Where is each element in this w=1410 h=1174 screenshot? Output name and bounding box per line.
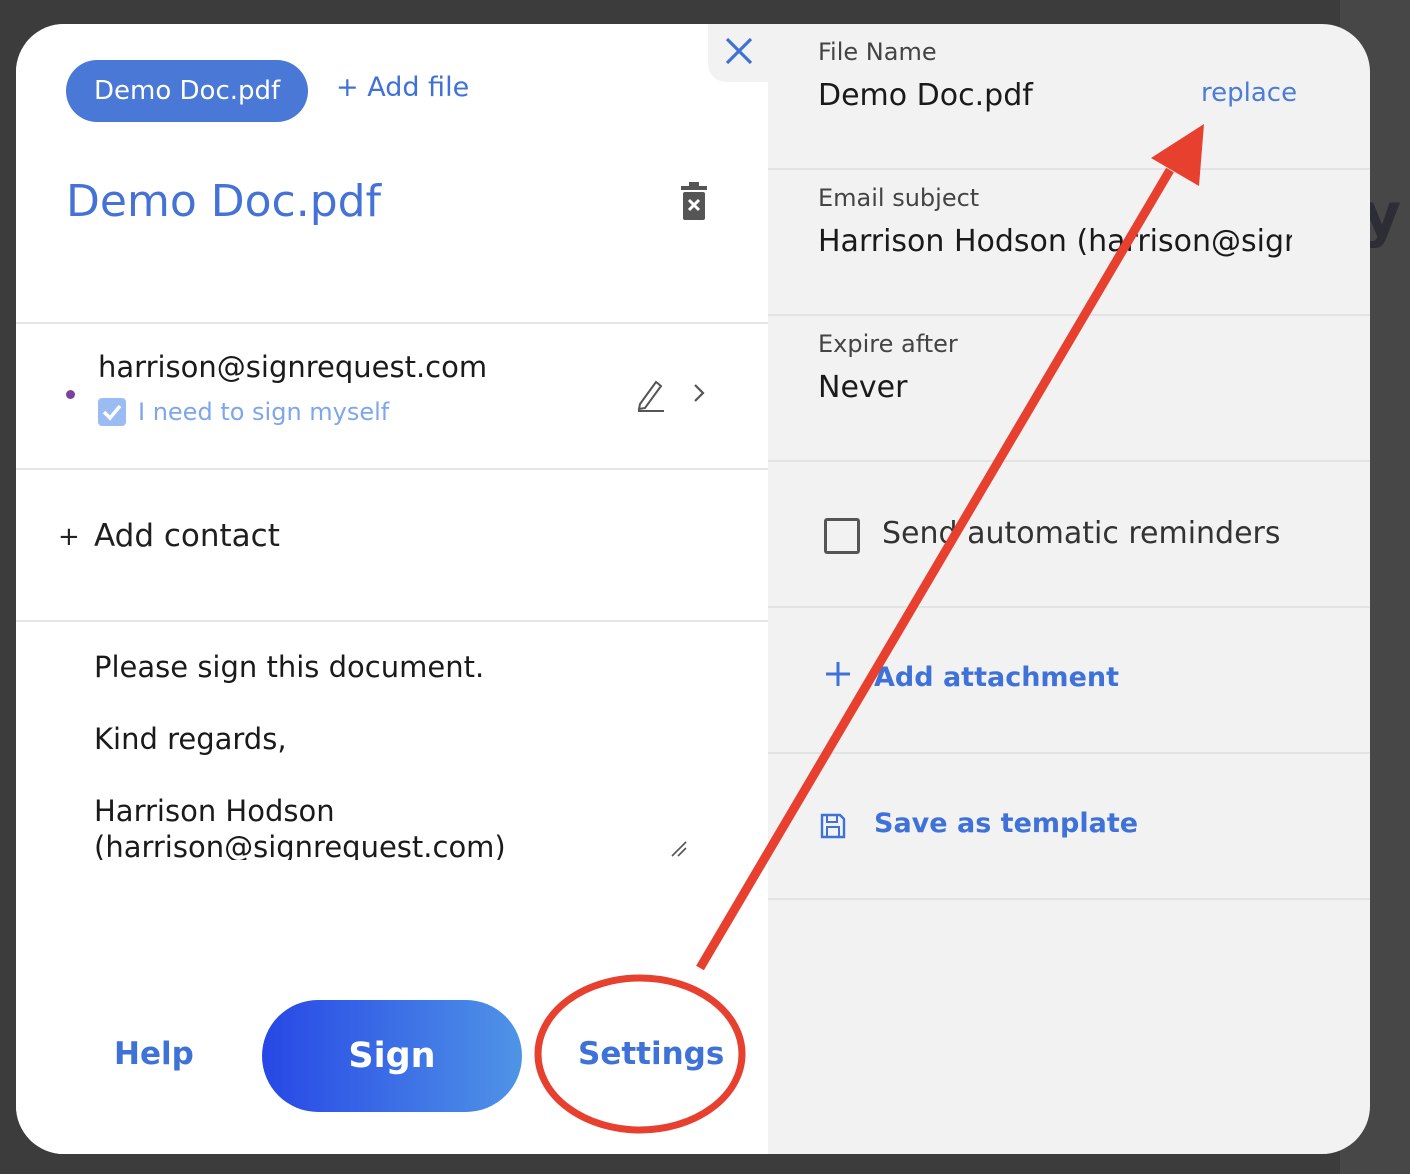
expand-signer-button[interactable] [692, 382, 706, 408]
divider [16, 468, 768, 470]
trash-icon [681, 182, 707, 220]
add-attachment-button[interactable]: Add attachment [874, 662, 1119, 693]
file-tab-demo-doc[interactable]: Demo Doc.pdf [66, 60, 309, 122]
delete-document-button[interactable] [680, 182, 708, 224]
save-template-icon-button[interactable] [819, 812, 847, 844]
help-button[interactable]: Help [114, 1036, 194, 1072]
document-panel: Demo Doc.pdf + Add file Demo Doc.pdf har… [16, 24, 768, 1154]
signer-color-dot [66, 390, 75, 399]
save-as-template-button[interactable]: Save as template [874, 808, 1138, 839]
self-sign-checkbox[interactable] [98, 398, 126, 426]
divider [768, 752, 1370, 754]
email-subject-label: Email subject [818, 184, 980, 212]
reminders-label[interactable]: Send automatic reminders [882, 516, 1281, 551]
sign-button[interactable]: Sign [262, 1000, 522, 1112]
message-line: Kind regards, [94, 722, 287, 756]
divider [16, 322, 768, 324]
plus-icon [826, 662, 850, 686]
chevron-right-icon [694, 384, 705, 402]
divider [768, 460, 1370, 462]
divider [768, 314, 1370, 316]
divider [768, 168, 1370, 170]
message-line: (harrison@signrequest.com) [94, 830, 506, 860]
settings-button[interactable]: Settings [578, 1036, 724, 1072]
send-document-modal: Demo Doc.pdf + Add file Demo Doc.pdf har… [16, 24, 1370, 1154]
file-name-label: File Name [818, 38, 937, 66]
close-icon [725, 37, 753, 65]
reminders-checkbox[interactable] [824, 518, 860, 554]
divider [16, 620, 768, 622]
expire-label: Expire after [818, 330, 958, 358]
checkmark-icon [102, 404, 122, 421]
document-title: Demo Doc.pdf [66, 176, 382, 227]
add-file-button[interactable]: + Add file [336, 72, 469, 103]
message-line: Harrison Hodson [94, 794, 335, 828]
expire-value[interactable]: Never [818, 370, 907, 405]
email-subject-input[interactable]: Harrison Hodson (harrison@signrequest.co… [818, 224, 1292, 268]
divider [768, 898, 1370, 900]
add-attachment-plus[interactable] [824, 660, 852, 692]
add-contact-button[interactable]: Add contact [94, 518, 280, 554]
message-textarea[interactable]: Please sign this document. Kind regards,… [16, 624, 768, 860]
self-sign-label[interactable]: I need to sign myself [138, 398, 389, 426]
email-subject-value: Harrison Hodson (harrison@signrequest.co… [818, 224, 1292, 259]
resize-icon [671, 841, 687, 857]
plus-icon: + [58, 522, 80, 552]
file-name-value: Demo Doc.pdf [818, 78, 1033, 113]
textarea-resize-handle[interactable] [670, 840, 688, 862]
signer-email: harrison@signrequest.com [98, 350, 488, 384]
message-line: Please sign this document. [94, 650, 485, 684]
pencil-icon [637, 380, 664, 412]
floppy-disk-icon [820, 813, 846, 839]
divider [768, 606, 1370, 608]
replace-file-link[interactable]: replace [1201, 78, 1297, 108]
edit-signer-button[interactable] [636, 378, 666, 416]
close-button[interactable] [708, 24, 768, 82]
